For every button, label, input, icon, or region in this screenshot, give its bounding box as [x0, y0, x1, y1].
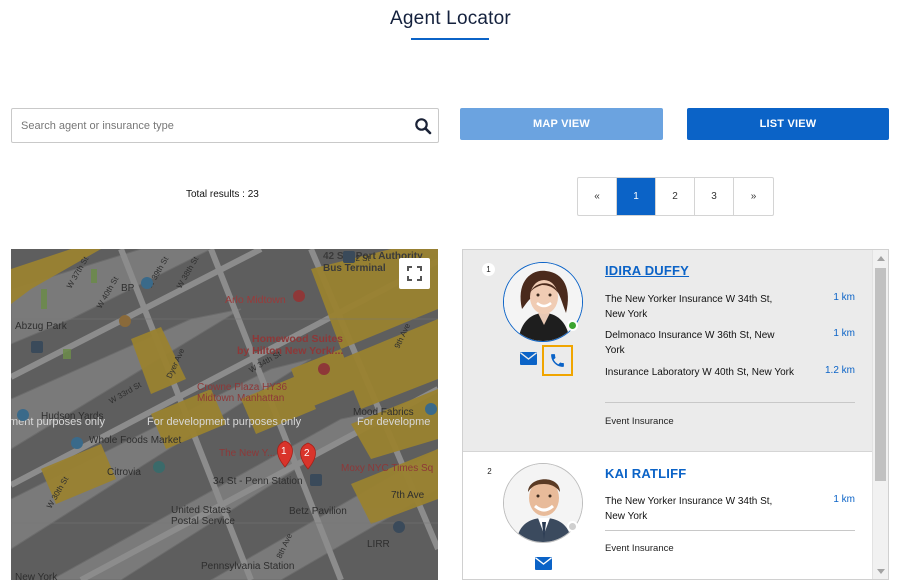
map-label-moxy: Moxy NYC Times Sq [341, 463, 433, 474]
map-label-betz: Betz Pavilion [289, 506, 347, 517]
hotel-pin-icon [293, 290, 305, 302]
map-label-abzug: Abzug Park [15, 321, 68, 332]
location-distance: 1 km [833, 328, 855, 339]
fullscreen-icon [407, 266, 422, 281]
title-underline [411, 38, 489, 40]
map-markers[interactable]: 1 2 [277, 440, 316, 470]
card-divider [605, 530, 855, 531]
pagination-page-1[interactable]: 1 [617, 178, 656, 215]
map-street-9th-ave: 9th Ave [393, 321, 413, 349]
map-street-dyer: Dyer Ave [165, 346, 187, 380]
map-label-crowne: Crowne Plaza HY36 Midtown Manhattan [197, 382, 287, 404]
map-labels: 42 St - Port Authority Bus Terminal Arlo … [11, 251, 437, 580]
card-divider [605, 402, 855, 403]
map-view[interactable]: 42 St - Port Authority Bus Terminal Arlo … [11, 249, 438, 580]
map-label-arlo: Arlo Midtown [225, 294, 286, 306]
pagination-prev[interactable]: « [578, 178, 617, 215]
map-street-w33: W 33rd St [108, 380, 144, 406]
subway-icon [343, 251, 355, 263]
phone-icon[interactable] [549, 352, 566, 369]
insurance-category: Event Insurance [605, 416, 674, 427]
map-street-w38: W 38th St [175, 254, 201, 290]
poi-pin-icon [153, 461, 165, 473]
map-label-usps: United States Postal Service [171, 505, 235, 527]
location-address: Insurance Laboratory W 40th St, New York [605, 367, 794, 378]
map-street-w37: W 37th St [65, 254, 91, 290]
pagination: « 1 2 3 » [577, 177, 774, 216]
agent-number: 1 [482, 263, 495, 276]
map-marker-1[interactable]: 1 [277, 440, 293, 468]
map-label-homewood: Homewood Suites by Hilton New York/... [237, 333, 343, 357]
shop-pin-icon [425, 403, 437, 415]
gas-station-icon [141, 277, 153, 289]
status-online-indicator [567, 320, 578, 331]
agent-name-link[interactable]: KAI RATLIFF [605, 466, 686, 481]
search-input[interactable] [12, 109, 407, 142]
map-marker-1-label: 1 [281, 446, 287, 457]
poi-pin-icon [119, 315, 131, 327]
map-marker-2[interactable]: 2 [300, 442, 316, 470]
map-label-citrovia: Citrovia [107, 467, 141, 478]
pagination-next[interactable]: » [734, 178, 773, 215]
map-dev-label-center: For development purposes only [147, 416, 302, 428]
email-icon[interactable] [535, 557, 552, 570]
insurance-category: Event Insurance [605, 543, 674, 554]
search-icon[interactable] [414, 117, 432, 135]
hotel-pin-icon [318, 363, 330, 375]
location-address: The New Yorker Insurance W 34th St, New … [605, 294, 773, 320]
shop-pin-icon [71, 437, 83, 449]
agent-list: 1 IDIRA DUFFY The New Yorker Insurance W… [462, 249, 889, 580]
map-dev-label-right: For developme [357, 416, 430, 428]
location-distance: 1 km [833, 292, 855, 303]
map-view-button[interactable]: MAP VIEW [460, 108, 663, 140]
email-icon[interactable] [520, 352, 537, 365]
scroll-thumb[interactable] [875, 268, 886, 481]
agent-card[interactable]: 2 KAI RATLIFF The New Yorker Insurance W… [463, 453, 872, 579]
location-distance: 1 km [833, 494, 855, 505]
map-marker-2-label: 2 [304, 448, 310, 459]
poi-pin-icon [393, 521, 405, 533]
list-scrollbar[interactable] [872, 250, 888, 579]
search-box [11, 108, 439, 143]
map-label-bp: BP [121, 283, 135, 294]
fullscreen-button[interactable] [399, 258, 430, 289]
map-label-new-york: New York [15, 572, 58, 580]
map-street-8th-ave: 8th Ave [275, 531, 295, 559]
map-label-penn-station: Pennsylvania Station [201, 561, 294, 572]
pagination-page-3[interactable]: 3 [695, 178, 734, 215]
list-view-button[interactable]: LIST VIEW [687, 108, 889, 140]
subway-icon [310, 474, 322, 486]
map-label-whole-foods: Whole Foods Market [89, 435, 181, 446]
page-title: Agent Locator [390, 8, 511, 29]
map-label-lirr: LIRR [367, 539, 390, 550]
agent-card[interactable]: 1 IDIRA DUFFY The New Yorker Insurance W… [463, 250, 872, 452]
location-address: The New Yorker Insurance W 34th St, New … [605, 496, 773, 522]
scroll-up-arrow[interactable] [877, 256, 885, 261]
map-label-7th-ave: 7th Ave [391, 490, 425, 501]
status-offline-indicator [567, 521, 578, 532]
total-results: Total results : 23 [186, 189, 259, 200]
pagination-page-2[interactable]: 2 [656, 178, 695, 215]
agent-name-link[interactable]: IDIRA DUFFY [605, 263, 689, 278]
poi-pin-icon [17, 409, 29, 421]
subway-icon [31, 341, 43, 353]
scroll-down-arrow[interactable] [877, 569, 885, 574]
location-address: Delmonaco Insurance W 36th St, New York [605, 330, 775, 356]
map-label-penn: 34 St - Penn Station [213, 476, 303, 487]
location-distance: 1.2 km [824, 365, 855, 376]
map-street-w30: W 30th St [45, 474, 71, 510]
agent-number: 2 [487, 467, 492, 476]
map-label-new-yorker: The New Y... [219, 448, 275, 459]
map-street-w40: W 40th St [95, 274, 121, 310]
